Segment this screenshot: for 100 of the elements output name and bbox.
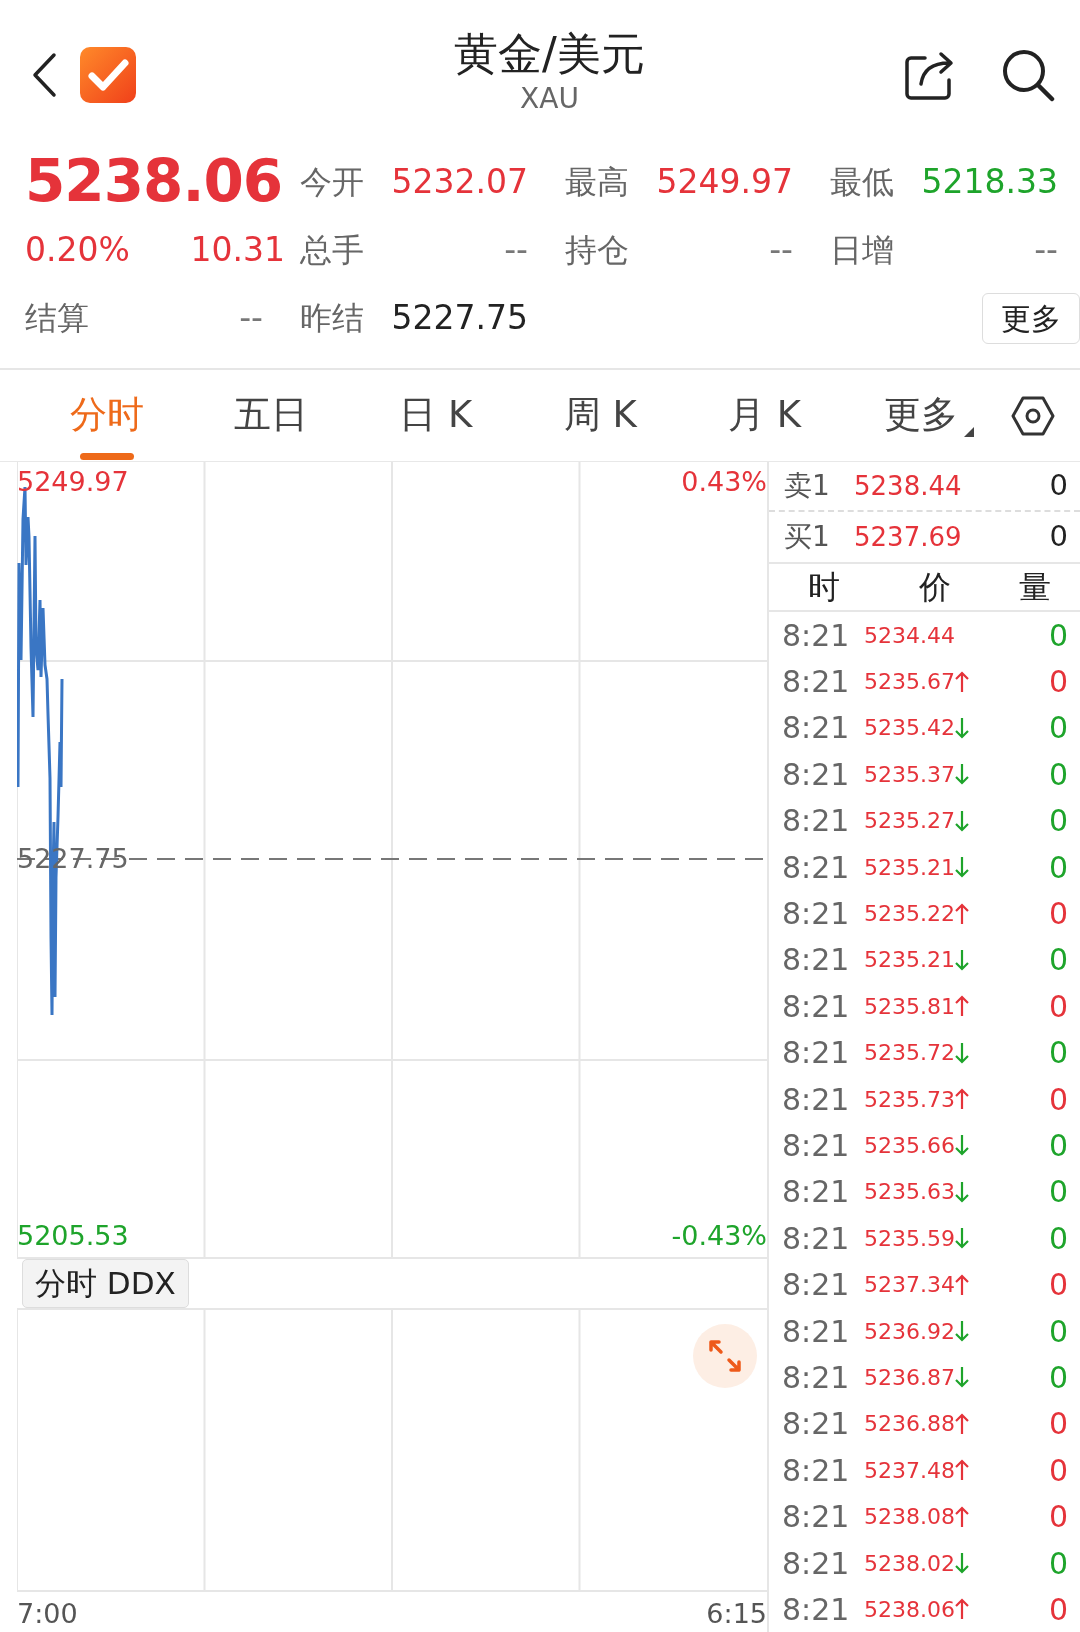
trade-price: 5235.42 (864, 714, 955, 743)
order-side: 买1 (784, 519, 831, 555)
arrow-up-icon (955, 1088, 969, 1111)
axis-label: 5249.97 (17, 468, 129, 495)
trade-price: 5235.63 (864, 1178, 955, 1207)
trade-time: 8:21 (782, 1312, 851, 1351)
trade-volume: 0 (1048, 1219, 1068, 1258)
back-icon[interactable] (30, 52, 58, 98)
trade-time: 8:21 (782, 1127, 851, 1165)
arrow-up-icon (955, 1505, 969, 1528)
trade-price: 5237.48 (864, 1456, 955, 1485)
trade-time: 8:21 (782, 1173, 851, 1212)
trade-time: 8:21 (782, 1034, 851, 1073)
trade-time: 8:21 (782, 802, 851, 841)
order-price: 5237.69 (854, 520, 963, 554)
stat-label: 日增 (830, 230, 894, 271)
trade-volume: 0 (1048, 1127, 1068, 1165)
axis-label: 0.43% (681, 468, 767, 495)
stat-label: 昨结 (300, 298, 364, 339)
change-percent: 0.20% (25, 229, 130, 272)
trade-time: 8:21 (782, 1266, 851, 1305)
trade-price: 5235.37 (864, 760, 955, 789)
settings-icon[interactable] (1010, 395, 1055, 436)
order-volume: 0 (1049, 518, 1068, 556)
time-axis-label: 7:00 (17, 1596, 78, 1631)
stat-value: 5249.97 (656, 161, 793, 204)
trade-volume: 0 (1048, 663, 1068, 702)
chart-tab[interactable]: 日 K (353, 371, 518, 460)
stat-value: -- (239, 297, 263, 340)
trade-volume: 0 (1048, 1405, 1068, 1444)
arrow-down-icon (955, 1366, 969, 1389)
search-icon[interactable] (1001, 48, 1055, 102)
order-volume: 0 (1049, 467, 1068, 505)
arrow-down-icon (955, 1227, 969, 1250)
trade-volume: 0 (1048, 1590, 1068, 1629)
trade-time: 8:21 (782, 1405, 851, 1444)
arrow-down-icon (955, 1552, 969, 1574)
stat-value: -- (769, 229, 793, 272)
trade-price: 5236.88 (864, 1410, 955, 1439)
arrow-down-icon (955, 1180, 969, 1203)
arrow-down-icon (955, 1041, 969, 1064)
order-side: 卖1 (784, 468, 831, 504)
trade-time: 8:21 (782, 1544, 851, 1583)
arrow-up-icon (955, 902, 969, 925)
stat-label: 今开 (300, 162, 364, 203)
change-amount: 10.31 (190, 229, 285, 272)
trade-volume: 0 (1048, 941, 1068, 980)
chart-tab[interactable]: 五日 (189, 371, 354, 460)
trade-price: 5236.92 (864, 1317, 955, 1346)
arrow-up-icon (955, 1412, 969, 1435)
checkmark-logo-icon (80, 47, 136, 103)
stat-label: 总手 (300, 230, 364, 271)
trade-volume: 0 (1048, 895, 1068, 934)
trade-volume: 0 (1048, 1451, 1068, 1490)
trade-time: 8:21 (782, 1451, 851, 1490)
trade-volume: 0 (1048, 987, 1068, 1026)
trade-time: 8:21 (782, 1080, 851, 1119)
trade-time: 8:21 (782, 1358, 851, 1397)
column-header: 时 (807, 567, 841, 608)
time-axis-label: 6:15 (706, 1596, 767, 1631)
trade-time: 8:21 (782, 848, 851, 887)
column-header: 价 (917, 567, 952, 608)
trade-volume: 0 (1048, 1312, 1068, 1351)
trade-time: 8:21 (782, 987, 851, 1026)
chart-tab[interactable]: 周 K (518, 371, 683, 460)
arrow-up-icon (955, 995, 969, 1018)
selected-tab-underline (80, 452, 135, 460)
trade-price: 5238.06 (864, 1595, 955, 1624)
trade-volume: 0 (1048, 1266, 1068, 1305)
trade-price: 5235.66 (864, 1132, 955, 1160)
stat-label: 结算 (25, 298, 89, 339)
trade-price: 5238.02 (864, 1549, 955, 1578)
trade-volume: 0 (1048, 755, 1068, 794)
indicator-button[interactable]: 分时 DDX (22, 1259, 189, 1308)
trade-volume: 0 (1048, 1544, 1068, 1583)
arrow-down-icon (955, 948, 969, 971)
order-price: 5238.44 (854, 469, 963, 503)
chart-tab[interactable]: 更多 (846, 371, 1011, 460)
arrow-down-icon (955, 716, 969, 739)
trade-price: 5235.21 (864, 946, 955, 975)
trade-time: 8:21 (782, 1498, 851, 1537)
trade-price: 5235.27 (864, 807, 955, 836)
trade-price: 5235.72 (864, 1039, 955, 1068)
trade-price: 5235.21 (864, 853, 955, 882)
trade-volume: 0 (1048, 1498, 1068, 1537)
arrow-down-icon (955, 856, 969, 879)
trade-volume: 0 (1048, 1358, 1068, 1397)
symbol-code: XAU (520, 81, 579, 118)
expand-icon[interactable] (693, 1324, 757, 1389)
chart-tab[interactable]: 月 K (682, 371, 847, 460)
trade-volume: 0 (1048, 1034, 1068, 1073)
trade-volume: 0 (1048, 1173, 1068, 1212)
axis-label: -0.43% (671, 1222, 767, 1250)
arrow-down-icon (955, 809, 969, 832)
axis-label: 5205.53 (17, 1222, 129, 1250)
more-button[interactable]: 更多 (982, 292, 1080, 344)
trade-price: 5235.73 (864, 1085, 955, 1114)
trade-volume: 0 (1048, 802, 1068, 841)
column-header: 量 (1018, 567, 1052, 608)
trade-price: 5238.08 (864, 1503, 955, 1532)
